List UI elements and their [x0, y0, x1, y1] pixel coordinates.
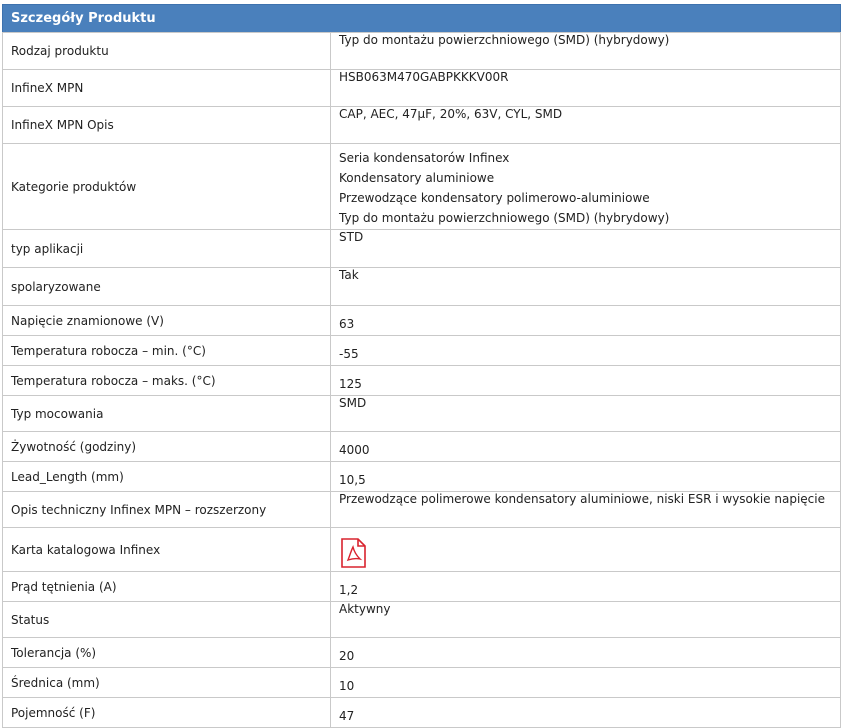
table-row: Kategorie produktów Seria kondensatorów …	[2, 143, 841, 230]
row-value: -55	[330, 335, 841, 366]
row-label: Temperatura robocza – min. (°C)	[2, 335, 331, 366]
table-row: Żywotność (godziny) 4000	[2, 431, 841, 462]
row-label: Karta katalogowa Infinex	[2, 527, 331, 572]
row-label: Kategorie produktów	[2, 143, 331, 230]
pdf-icon[interactable]	[339, 537, 367, 568]
row-label: Prąd tętnienia (A)	[2, 571, 331, 602]
row-label: Żywotność (godziny)	[2, 431, 331, 462]
table-row: spolaryzowane Tak	[2, 267, 841, 306]
row-label: InfineX MPN Opis	[2, 106, 331, 144]
row-value: HSB063M470GABPKKKV00R	[330, 69, 841, 107]
product-details-table: Rodzaj produktu Typ do montażu powierzch…	[2, 32, 841, 728]
row-label: Opis techniczny Infinex MPN – rozszerzon…	[2, 491, 331, 528]
row-value: 63	[330, 305, 841, 336]
category-item: Seria kondensatorów Infinex	[339, 151, 510, 165]
table-row: Tolerancja (%) 20	[2, 637, 841, 668]
row-label: Rodzaj produktu	[2, 32, 331, 70]
row-value-list: Seria kondensatorów Infinex Kondensatory…	[330, 143, 841, 230]
row-label: InfineX MPN	[2, 69, 331, 107]
row-label: Lead_Length (mm)	[2, 461, 331, 492]
row-value: Przewodzące polimerowe kondensatory alum…	[330, 491, 841, 528]
table-row: Karta katalogowa Infinex	[2, 527, 841, 572]
row-label: Pojemność (F)	[2, 697, 331, 728]
panel-title: Szczegóły Produktu	[2, 4, 841, 32]
row-value: Aktywny	[330, 601, 841, 638]
row-label: Średnica (mm)	[2, 667, 331, 698]
row-value: CAP, AEC, 47μF, 20%, 63V, CYL, SMD	[330, 106, 841, 144]
row-value: 4000	[330, 431, 841, 462]
row-value: 1,2	[330, 571, 841, 602]
row-value: 10,5	[330, 461, 841, 492]
row-label: spolaryzowane	[2, 267, 331, 306]
row-label: Temperatura robocza – maks. (°C)	[2, 365, 331, 396]
table-row: Średnica (mm) 10	[2, 667, 841, 698]
row-label: Tolerancja (%)	[2, 637, 331, 668]
row-label: Napięcie znamionowe (V)	[2, 305, 331, 336]
row-value: Tak	[330, 267, 841, 306]
row-value: 10	[330, 667, 841, 698]
table-row: Typ mocowania SMD	[2, 395, 841, 432]
datasheet-link[interactable]	[339, 537, 367, 568]
row-value: Typ do montażu powierzchniowego (SMD) (h…	[330, 32, 841, 70]
table-row: InfineX MPN HSB063M470GABPKKKV00R	[2, 69, 841, 107]
table-row: Status Aktywny	[2, 601, 841, 638]
category-item: Typ do montażu powierzchniowego (SMD) (h…	[339, 211, 670, 225]
table-row: Prąd tętnienia (A) 1,2	[2, 571, 841, 602]
datasheet-cell	[330, 527, 841, 572]
row-value: STD	[330, 229, 841, 268]
row-value: 20	[330, 637, 841, 668]
product-details-panel: Szczegóły Produktu Rodzaj produktu Typ d…	[2, 4, 841, 728]
table-row: Lead_Length (mm) 10,5	[2, 461, 841, 492]
row-value: 125	[330, 365, 841, 396]
row-value: SMD	[330, 395, 841, 432]
table-row: Temperatura robocza – maks. (°C) 125	[2, 365, 841, 396]
category-item: Kondensatory aluminiowe	[339, 171, 495, 185]
table-row: Napięcie znamionowe (V) 63	[2, 305, 841, 336]
row-label: typ aplikacji	[2, 229, 331, 268]
table-row: Temperatura robocza – min. (°C) -55	[2, 335, 841, 366]
category-item: Przewodzące kondensatory polimerowo-alum…	[339, 191, 650, 205]
table-row: Opis techniczny Infinex MPN – rozszerzon…	[2, 491, 841, 528]
table-row: InfineX MPN Opis CAP, AEC, 47μF, 20%, 63…	[2, 106, 841, 144]
row-label: Status	[2, 601, 331, 638]
row-label: Typ mocowania	[2, 395, 331, 432]
table-row: typ aplikacji STD	[2, 229, 841, 268]
table-row: Pojemność (F) 47	[2, 697, 841, 728]
row-value: 47	[330, 697, 841, 728]
table-row: Rodzaj produktu Typ do montażu powierzch…	[2, 32, 841, 70]
